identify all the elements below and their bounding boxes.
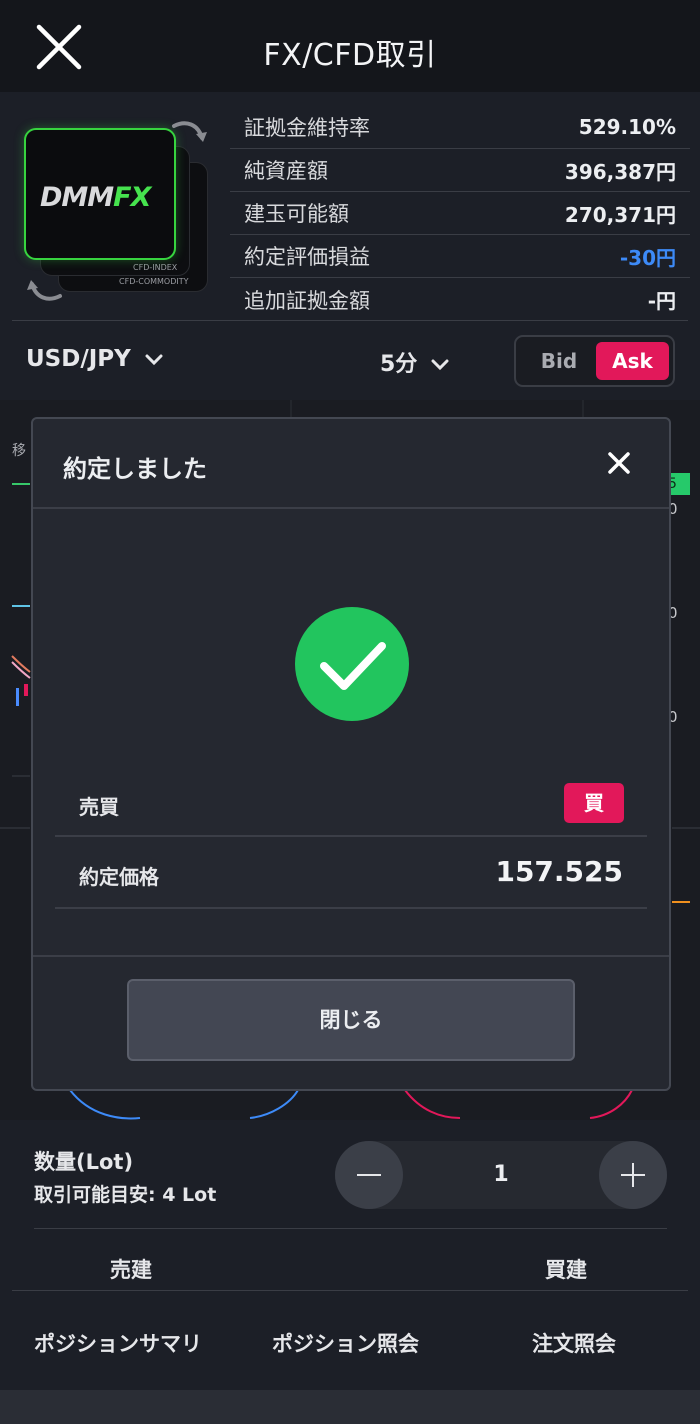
stat-row-available: 建玉可能額 270,371円 [230,192,690,235]
indicator-label: 移 [12,443,26,459]
dialog-title: 約定しました [63,455,207,483]
divider [55,835,647,837]
timeframe-label: 5分 [380,352,418,377]
bid-ask-toggle: Bid Ask [514,335,675,387]
divider [12,1290,688,1291]
dialog-header: 約定しました [33,419,669,509]
bid-button[interactable]: Bid [522,342,596,380]
pair-label: USD/JPY [26,346,131,372]
dmm-fx-logo: DMMFX [24,128,176,260]
trade-buttons: 売建 買建 [0,1250,700,1286]
rotate-arrow-icon [27,280,62,301]
tab-position-inquiry[interactable]: ポジション照会 [272,1328,419,1358]
quantity-stepper: 1 [335,1141,667,1209]
stat-label: 追加証拠金額 [244,288,370,313]
stat-value: -30円 [619,245,676,270]
check-circle-icon [295,607,409,721]
stat-row-additional-margin: 追加証拠金額 -円 [230,278,690,321]
buy-button[interactable]: 買建 [545,1254,587,1284]
side-badge: 買 [564,783,624,823]
decrement-button[interactable] [335,1141,403,1209]
quantity-hint: 取引可能目安: 4 Lot [34,1184,217,1206]
logo-text: DMMFX [40,182,151,213]
divider [34,1228,667,1229]
stat-label: 建玉可能額 [244,202,349,226]
stat-label: 純資産額 [244,159,328,183]
quantity-value[interactable]: 1 [403,1141,599,1209]
sell-button[interactable]: 売建 [110,1254,152,1284]
divider [12,320,688,321]
rotate-arrow-icon [172,121,207,142]
bottom-bar [0,1390,700,1424]
price-label: 約定価格 [79,865,159,889]
currency-pair-selector[interactable]: USD/JPY [26,346,163,372]
top-bar: FX/CFD取引 [0,0,700,92]
stat-value: 396,387円 [564,159,676,184]
stat-value: -円 [647,289,676,313]
chevron-down-icon [145,354,163,365]
ask-button[interactable]: Ask [596,342,669,380]
execution-dialog: 約定しました 売買 買 約定価格 157.525 閉じる [31,417,671,1091]
logo-fx: FX [113,182,151,213]
timeframe-selector[interactable]: 5分 [380,346,449,378]
stat-value: 529.10% [578,115,676,139]
stat-label: 証拠金維持率 [244,116,370,140]
product-switcher[interactable]: CFD-COMMODITY CFD-INDEX DMMFX [22,118,222,308]
logo-dmm: DMM [40,182,114,213]
tab-order-inquiry[interactable]: 注文照会 [532,1328,616,1358]
chevron-down-icon [431,359,449,371]
stat-row-unrealized-pl: 約定評価損益 -30円 [230,235,690,278]
divider [33,955,669,957]
bottom-tabs: ポジションサマリ ポジション照会 注文照会 [0,1292,700,1390]
stat-label: 約定評価損益 [244,245,370,269]
side-label: 売買 [79,795,119,819]
stat-row-margin-ratio: 証拠金維持率 529.10% [230,106,690,149]
close-icon[interactable] [607,451,631,475]
page-title: FX/CFD取引 [263,38,437,73]
execution-price: 157.525 [495,855,623,888]
close-button[interactable]: 閉じる [127,979,575,1061]
index-label: CFD-INDEX [133,263,178,272]
commodity-label: CFD-COMMODITY [119,277,189,286]
stat-value: 270,371円 [564,202,676,227]
quantity-label: 数量(Lot) [34,1150,134,1174]
divider [55,907,647,909]
tab-position-summary[interactable]: ポジションサマリ [34,1328,202,1358]
stat-row-net-assets: 純資産額 396,387円 [230,149,690,192]
increment-button[interactable] [599,1141,667,1209]
account-stats: 証拠金維持率 529.10% 純資産額 396,387円 建玉可能額 270,3… [230,106,690,321]
